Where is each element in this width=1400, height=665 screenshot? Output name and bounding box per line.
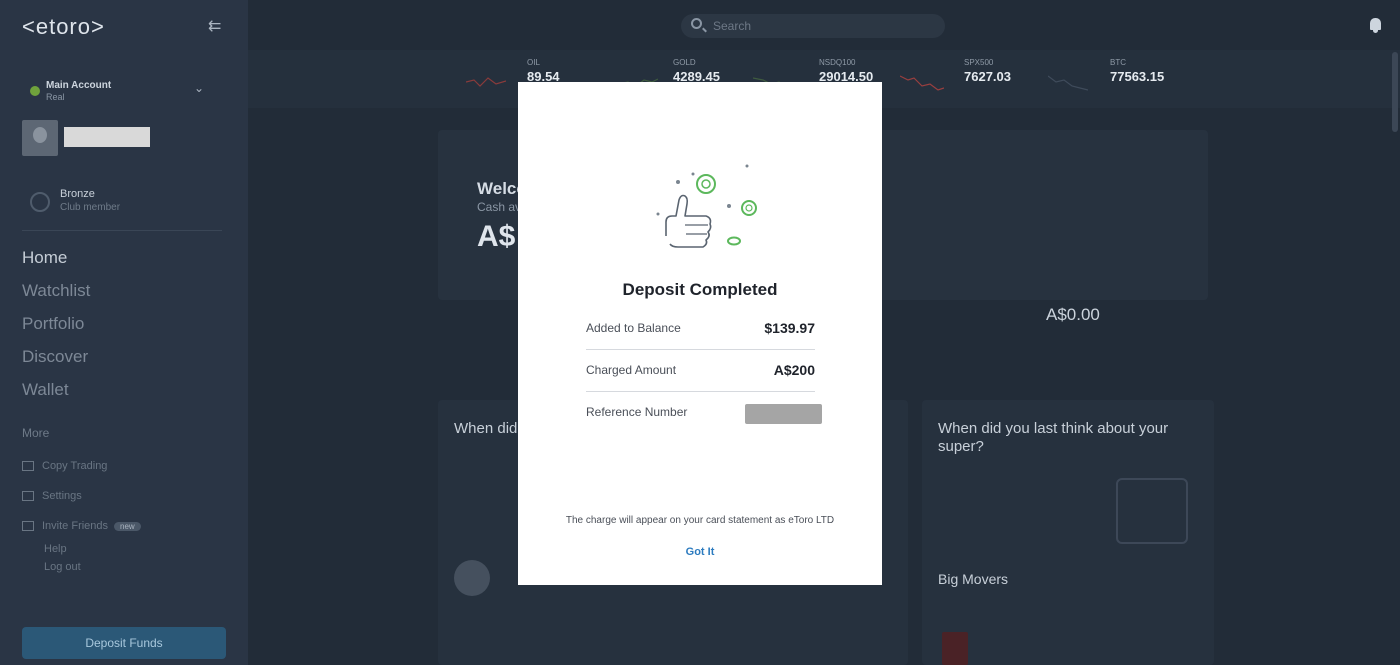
dialog-title: Deposit Completed	[622, 280, 778, 299]
deposit-completed-dialog: Deposit Completed Added to Balance $139.…	[518, 82, 882, 585]
redacted-reference-number	[745, 404, 822, 424]
row-charged-amount: Charged Amount A$200	[586, 350, 815, 392]
row-reference-number: Reference Number	[586, 392, 822, 434]
row-value: $139.97	[764, 320, 815, 336]
row-label: Added to Balance	[586, 321, 681, 335]
row-value: A$200	[773, 362, 815, 378]
row-label: Reference Number	[586, 405, 688, 419]
thumbs-up-coins-icon	[656, 164, 757, 248]
row-added-to-balance: Added to Balance $139.97	[586, 308, 815, 350]
row-label: Charged Amount	[586, 363, 677, 377]
statement-note: The charge will appear on your card stat…	[565, 515, 835, 526]
got-it-button[interactable]: Got It	[670, 546, 730, 564]
